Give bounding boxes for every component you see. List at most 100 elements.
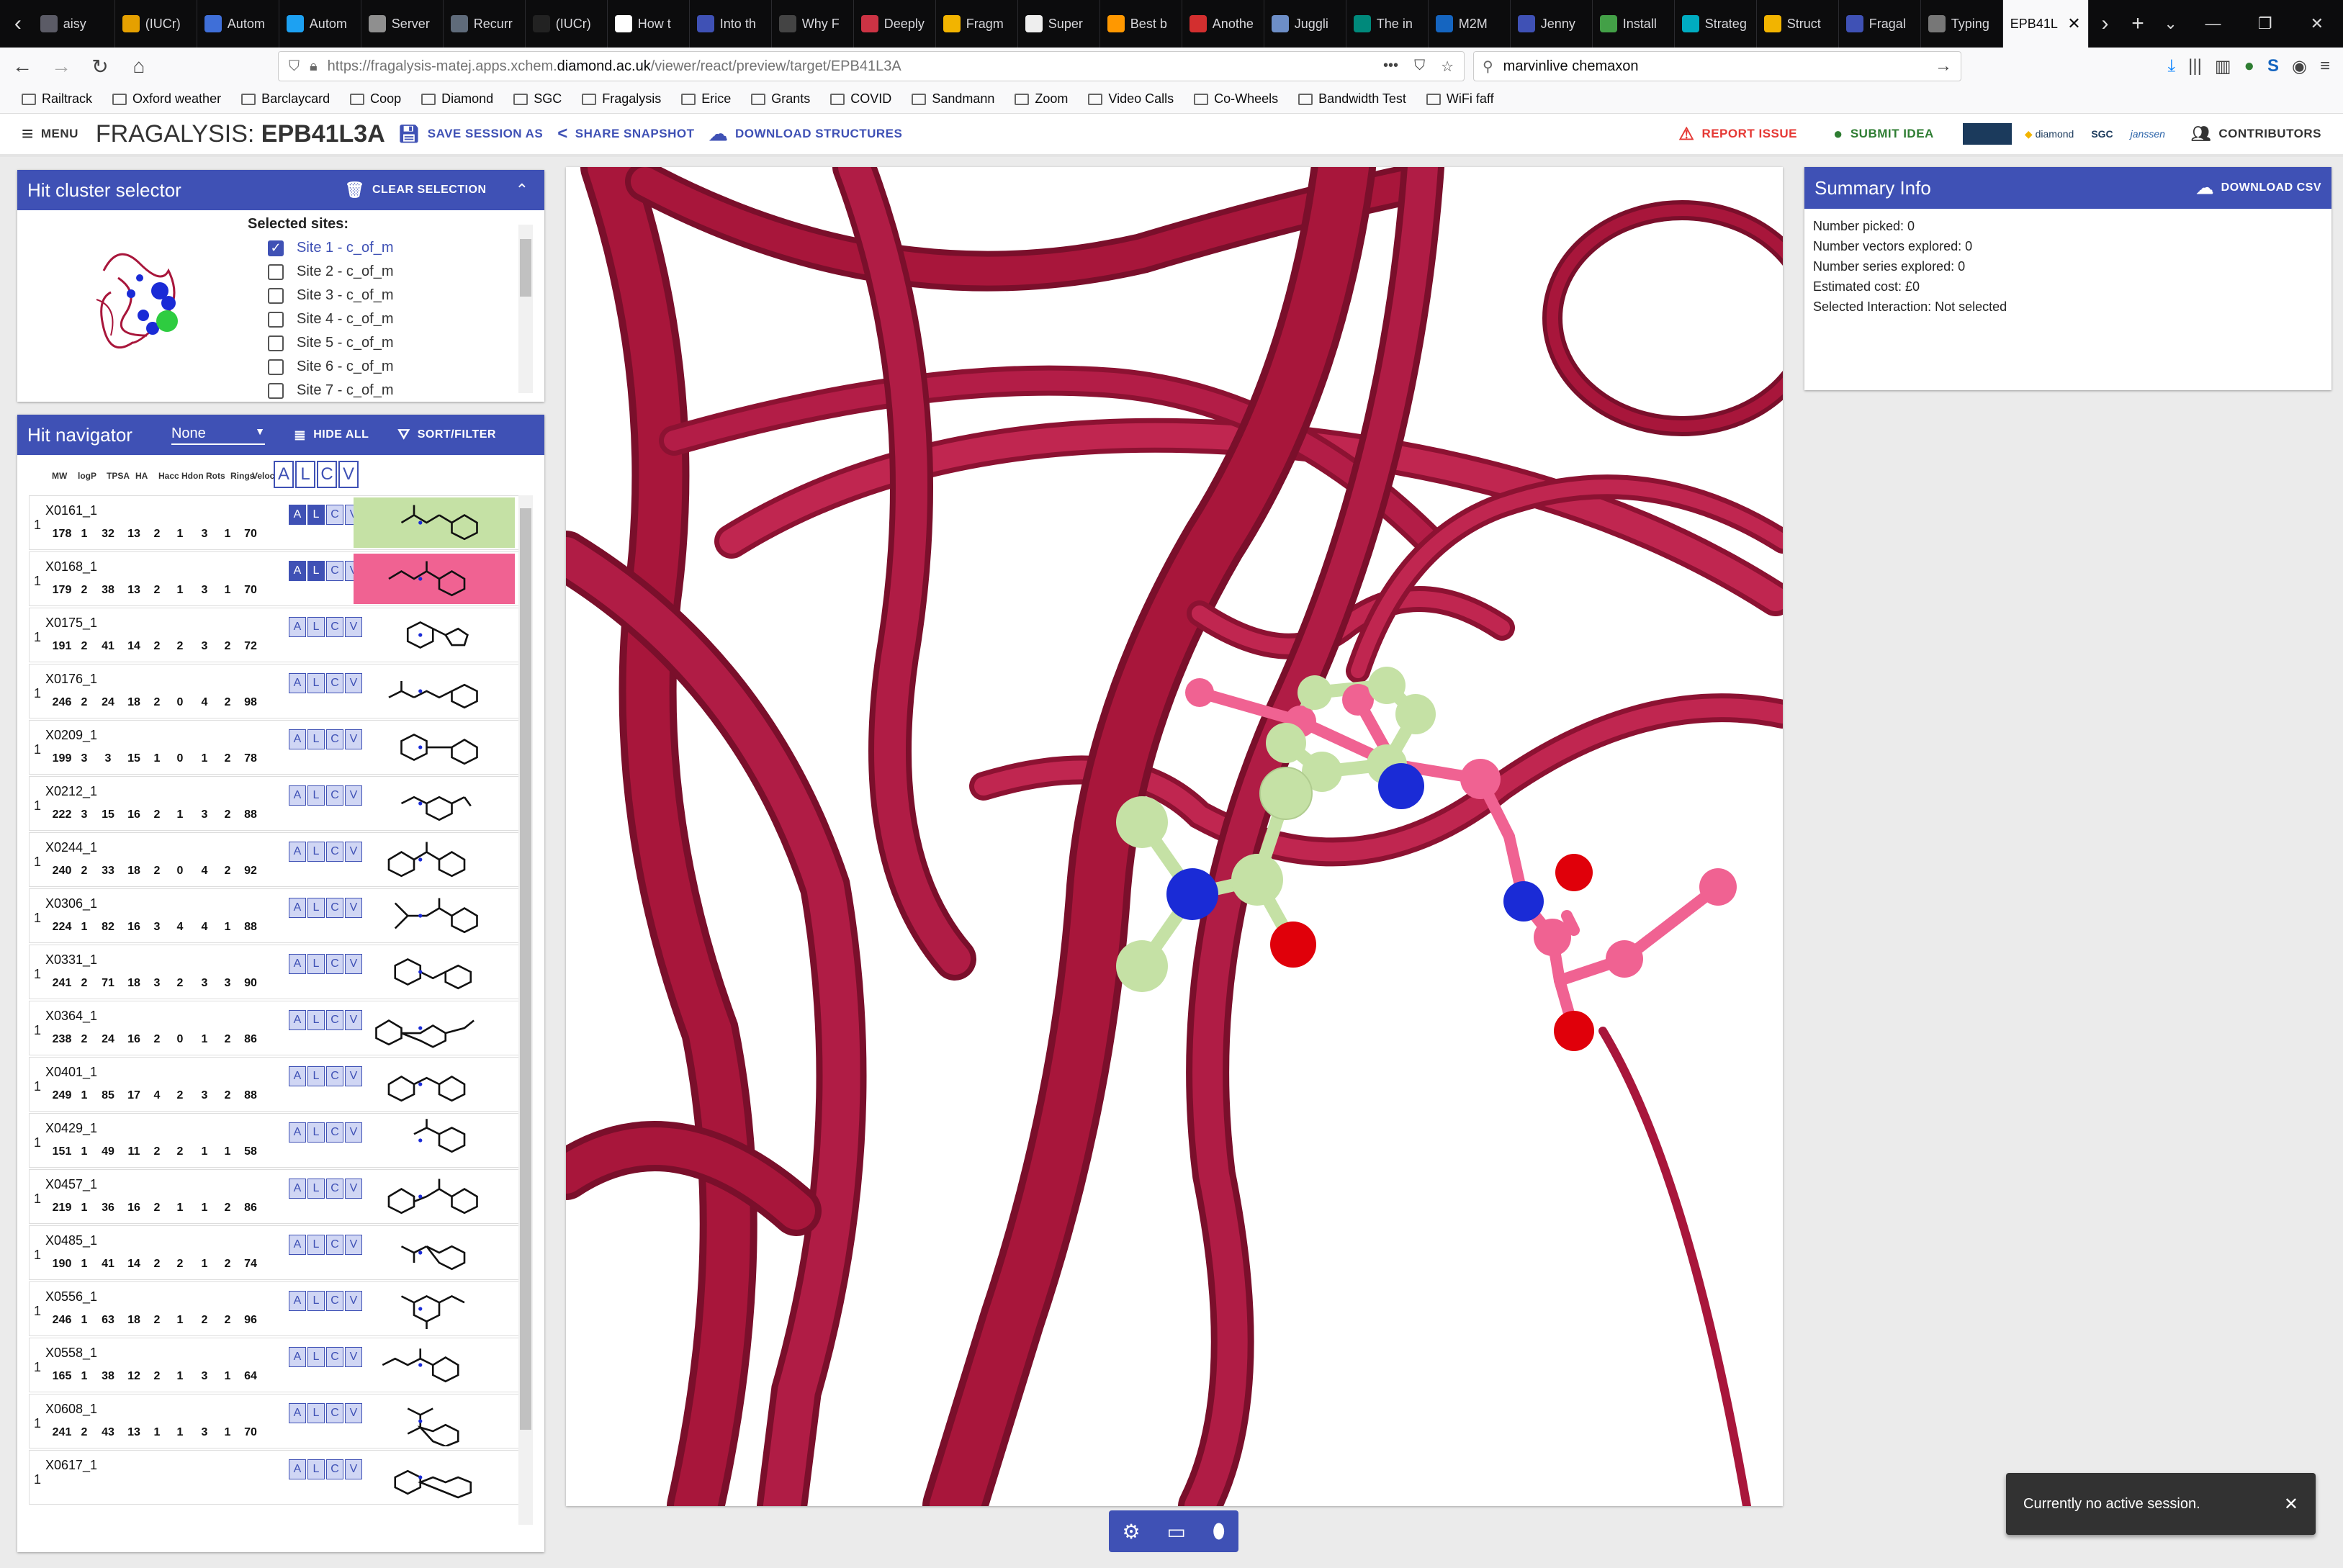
site-checkbox[interactable]: ✓ bbox=[268, 240, 284, 256]
header-toggle-v[interactable]: V bbox=[338, 461, 359, 488]
site-checkbox-row[interactable]: ✓ Site 1 - c_of_m bbox=[255, 236, 536, 260]
toggle-l-button[interactable]: L bbox=[307, 842, 325, 862]
site-checkbox[interactable] bbox=[268, 263, 284, 280]
new-tab-icon[interactable]: + bbox=[2121, 0, 2154, 48]
toggle-l-button[interactable]: L bbox=[307, 1122, 325, 1143]
toggle-c-button[interactable]: C bbox=[326, 561, 343, 581]
toggle-a-button[interactable]: A bbox=[289, 1291, 306, 1311]
browser-tab[interactable]: The in bbox=[1346, 0, 1429, 48]
molecule-image[interactable] bbox=[354, 1059, 515, 1109]
hit-row[interactable]: X0401_1 1 249 1 85 17 4 2 3 2 88 A L C V bbox=[29, 1057, 533, 1112]
hit-row[interactable]: X0306_1 1 224 1 82 16 3 4 4 1 88 A L C V bbox=[29, 888, 533, 943]
toggle-l-button[interactable]: L bbox=[307, 954, 325, 974]
header-toggle-l[interactable]: L bbox=[295, 461, 315, 488]
bookmark-item[interactable]: Fragalysis bbox=[582, 91, 661, 107]
molecule-image[interactable] bbox=[354, 1396, 515, 1448]
toggle-c-button[interactable]: C bbox=[326, 1122, 343, 1143]
sidebar-icon[interactable]: ▥ bbox=[2215, 56, 2231, 77]
contributors-button[interactable]: 👥︎ CONTRIBUTORS bbox=[2191, 125, 2321, 143]
molecule-image[interactable] bbox=[354, 947, 515, 997]
snackbar-close-icon[interactable]: ✕ bbox=[2284, 1494, 2298, 1515]
close-window-icon[interactable]: ✕ bbox=[2291, 0, 2343, 48]
toggle-c-button[interactable]: C bbox=[326, 1010, 343, 1030]
toggle-a-button[interactable]: A bbox=[289, 1122, 306, 1143]
molecule-image[interactable] bbox=[354, 1171, 515, 1222]
hit-row[interactable]: X0161_1117813213213170ALCV bbox=[29, 495, 533, 550]
browser-tab[interactable]: How t bbox=[608, 0, 690, 48]
clear-selection-button[interactable]: 🗑︎ CLEAR SELECTION bbox=[345, 181, 487, 199]
home-icon[interactable]: ⌂ bbox=[122, 50, 156, 83]
browser-tab[interactable]: Autom bbox=[197, 0, 279, 48]
library-icon[interactable]: ||| bbox=[2188, 56, 2202, 76]
share-snapshot-button[interactable]: < SHARE SNAPSHOT bbox=[557, 124, 694, 144]
scrollbar-thumb[interactable] bbox=[520, 239, 531, 297]
molecule-image[interactable] bbox=[354, 1452, 515, 1502]
tabs-scroll-right-icon[interactable]: › bbox=[2089, 0, 2122, 48]
toggle-c-button[interactable]: C bbox=[326, 842, 343, 862]
toggle-l-button[interactable]: L bbox=[307, 898, 325, 918]
toggle-c-button[interactable]: C bbox=[326, 1403, 343, 1423]
browser-tab[interactable]: Install bbox=[1593, 0, 1675, 48]
toggle-c-button[interactable]: C bbox=[326, 1179, 343, 1199]
toggle-c-button[interactable]: C bbox=[326, 1459, 343, 1479]
site-list-scrollbar[interactable] bbox=[518, 225, 533, 393]
back-icon[interactable]: ← bbox=[6, 50, 39, 83]
toggle-l-button[interactable]: L bbox=[307, 1010, 325, 1030]
molecule-image[interactable] bbox=[354, 722, 515, 772]
molecule-image[interactable] bbox=[354, 1284, 515, 1334]
toggle-l-button[interactable]: L bbox=[307, 1459, 325, 1479]
browser-tab[interactable]: (IUCr) bbox=[115, 0, 197, 48]
tabs-scroll-left-icon[interactable]: ‹ bbox=[3, 0, 33, 48]
download-icon[interactable]: ⤓ bbox=[2168, 56, 2176, 76]
bookmark-item[interactable]: Grants bbox=[751, 91, 810, 107]
toggle-c-button[interactable]: C bbox=[326, 898, 343, 918]
bookmark-item[interactable]: Zoom bbox=[1015, 91, 1068, 107]
extension-icon[interactable]: ● bbox=[2244, 56, 2255, 76]
browser-tab[interactable]: Server bbox=[361, 0, 444, 48]
toggle-c-button[interactable]: C bbox=[326, 954, 343, 974]
toggle-a-button[interactable]: A bbox=[289, 898, 306, 918]
browser-tab[interactable]: Into th bbox=[690, 0, 772, 48]
hit-row[interactable]: X0558_1 1 165 1 38 12 2 1 3 1 64 A L C V bbox=[29, 1338, 533, 1392]
toggle-c-button[interactable]: C bbox=[326, 505, 343, 525]
toggle-a-button[interactable]: A bbox=[289, 673, 306, 693]
toggle-c-button[interactable]: C bbox=[326, 673, 343, 693]
hit-row[interactable]: X0209_1 1 199 3 3 15 1 0 1 2 78 A L C V bbox=[29, 720, 533, 775]
search-go-icon[interactable]: → bbox=[1935, 56, 1961, 76]
toggle-l-button[interactable]: L bbox=[307, 1179, 325, 1199]
bookmark-star-icon[interactable]: ☆ bbox=[1441, 58, 1454, 76]
toggle-l-button[interactable]: L bbox=[307, 785, 325, 806]
bookmark-item[interactable]: SGC bbox=[513, 91, 562, 107]
hit-row[interactable]: X0212_1 1 222 3 15 16 2 1 3 2 88 A L C V bbox=[29, 776, 533, 831]
settings-gear-icon[interactable]: ⚙ bbox=[1122, 1520, 1140, 1544]
toggle-a-button[interactable]: A bbox=[289, 954, 306, 974]
site-checkbox[interactable] bbox=[268, 335, 284, 351]
toggle-l-button[interactable]: L bbox=[307, 505, 325, 525]
browser-tab[interactable]: Recurr bbox=[444, 0, 526, 48]
skype-icon[interactable]: S bbox=[2267, 56, 2279, 76]
menu-button[interactable]: ≡ MENU bbox=[22, 122, 78, 145]
toggle-a-button[interactable]: A bbox=[289, 561, 306, 581]
tab-active[interactable]: EPB41L ✕ bbox=[2002, 0, 2089, 48]
download-csv-button[interactable]: ☁ DOWNLOAD CSV bbox=[2196, 178, 2321, 199]
bookmark-item[interactable]: WiFi faff bbox=[1426, 91, 1494, 107]
browser-tab[interactable]: Strateg bbox=[1675, 0, 1757, 48]
hit-row[interactable]: X0244_1 1 240 2 33 18 2 0 4 2 92 A L C V bbox=[29, 832, 533, 887]
toggle-c-button[interactable]: C bbox=[326, 1235, 343, 1255]
bookmark-item[interactable]: Coop bbox=[350, 91, 401, 107]
site-checkbox[interactable] bbox=[268, 311, 284, 328]
browser-tab[interactable]: Jenny bbox=[1511, 0, 1593, 48]
reload-icon[interactable]: ↻ bbox=[84, 50, 117, 83]
molecule-image[interactable] bbox=[354, 1115, 515, 1166]
toggle-a-button[interactable]: A bbox=[289, 1179, 306, 1199]
forward-icon[interactable]: → bbox=[45, 50, 78, 83]
browser-tab[interactable]: Super bbox=[1018, 0, 1100, 48]
toggle-a-button[interactable]: A bbox=[289, 729, 306, 749]
molecule-image[interactable] bbox=[354, 834, 515, 885]
molecule-image[interactable] bbox=[354, 666, 515, 716]
molecule-image[interactable] bbox=[354, 891, 515, 941]
header-toggle-c[interactable]: C bbox=[317, 461, 337, 488]
close-tab-icon[interactable]: ✕ bbox=[2067, 14, 2080, 33]
browser-tab[interactable]: Struct bbox=[1757, 0, 1839, 48]
toggle-l-button[interactable]: L bbox=[307, 673, 325, 693]
